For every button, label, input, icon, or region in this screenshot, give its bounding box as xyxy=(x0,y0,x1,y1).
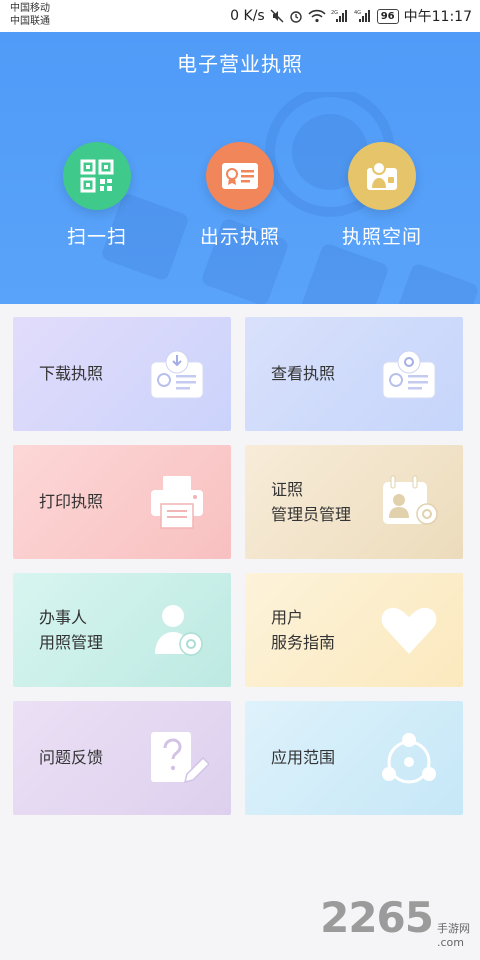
license-card-icon xyxy=(206,142,274,210)
admin-calendar-icon xyxy=(383,475,438,525)
admin-management-line2: 管理员管理 xyxy=(271,505,352,524)
scan-label: 扫一扫 xyxy=(66,226,127,248)
feedback-card[interactable]: 问题反馈 xyxy=(13,701,231,815)
svg-text:4G: 4G xyxy=(354,10,361,16)
battery-indicator: 96 xyxy=(376,8,399,24)
service-guide-card[interactable]: 用户 服务指南 xyxy=(245,573,463,687)
service-guide-line1: 用户 xyxy=(271,608,304,627)
download-license-icon xyxy=(150,350,204,399)
wifi-icon xyxy=(308,9,326,23)
license-space-icon xyxy=(348,142,416,210)
agent-management-line1: 办事人 xyxy=(39,608,88,627)
carrier-1: 中国移动 xyxy=(10,3,50,14)
svg-text:2G: 2G xyxy=(331,10,338,16)
carrier-info: 中国移动 中国联通 xyxy=(10,2,50,28)
carrier-2: 中国联通 xyxy=(10,16,50,27)
printer-icon xyxy=(151,476,203,529)
download-license-card[interactable]: 下载执照 xyxy=(13,317,231,431)
print-license-label: 打印执照 xyxy=(39,492,104,511)
show-license-label: 出示执照 xyxy=(199,226,280,248)
view-license-card[interactable]: 查看执照 xyxy=(245,317,463,431)
feedback-icon xyxy=(151,732,209,784)
admin-management-line1: 证照 xyxy=(271,480,304,499)
scan-button[interactable]: 扫一扫 xyxy=(37,142,157,249)
status-bar: 中国移动 中国联通 0 K/s 2G 4G 96 中午11:17 xyxy=(0,0,480,32)
print-license-card[interactable]: 打印执照 xyxy=(13,445,231,559)
agent-management-card[interactable]: 办事人 用照管理 xyxy=(13,573,231,687)
status-indicators: 0 K/s 2G 4G 96 中午11:17 xyxy=(230,6,472,26)
show-license-button[interactable]: 出示执照 xyxy=(180,142,300,249)
watermark-site: 手游网 .com xyxy=(437,922,470,950)
watermark-site-cn: 手游网 xyxy=(437,922,470,935)
agent-management-line2: 用照管理 xyxy=(39,633,104,652)
application-scope-card[interactable]: 应用范围 xyxy=(245,701,463,815)
alarm-icon xyxy=(289,9,303,23)
network-speed: 0 K/s xyxy=(230,8,265,24)
admin-management-card[interactable]: 证照 管理员管理 xyxy=(245,445,463,559)
site-watermark: 2265 手游网 .com xyxy=(320,893,470,950)
scope-icon xyxy=(382,733,436,784)
qr-code-icon xyxy=(63,142,131,210)
view-license-label: 查看执照 xyxy=(271,364,336,383)
view-license-icon xyxy=(382,350,436,399)
license-space-button[interactable]: 执照空间 xyxy=(322,142,442,249)
signal-2g-icon: 2G xyxy=(331,9,349,23)
heart-icon xyxy=(381,607,437,654)
license-space-label: 执照空间 xyxy=(341,226,422,248)
page-title: 电子营业执照 xyxy=(177,52,303,76)
service-guide-line2: 服务指南 xyxy=(271,633,336,652)
application-scope-label: 应用范围 xyxy=(271,748,336,767)
signal-4g-icon: 4G xyxy=(354,9,372,23)
clock: 中午11:17 xyxy=(403,9,472,25)
feedback-label: 问题反馈 xyxy=(39,748,104,767)
user-settings-icon xyxy=(155,605,203,656)
download-license-label: 下载执照 xyxy=(39,364,104,383)
mute-icon xyxy=(270,9,284,23)
watermark-site-en: .com xyxy=(437,936,464,949)
watermark-number: 2265 xyxy=(320,893,434,942)
header-banner: 电子营业执照 扫一扫 出示执照 执照空间 xyxy=(0,32,480,304)
